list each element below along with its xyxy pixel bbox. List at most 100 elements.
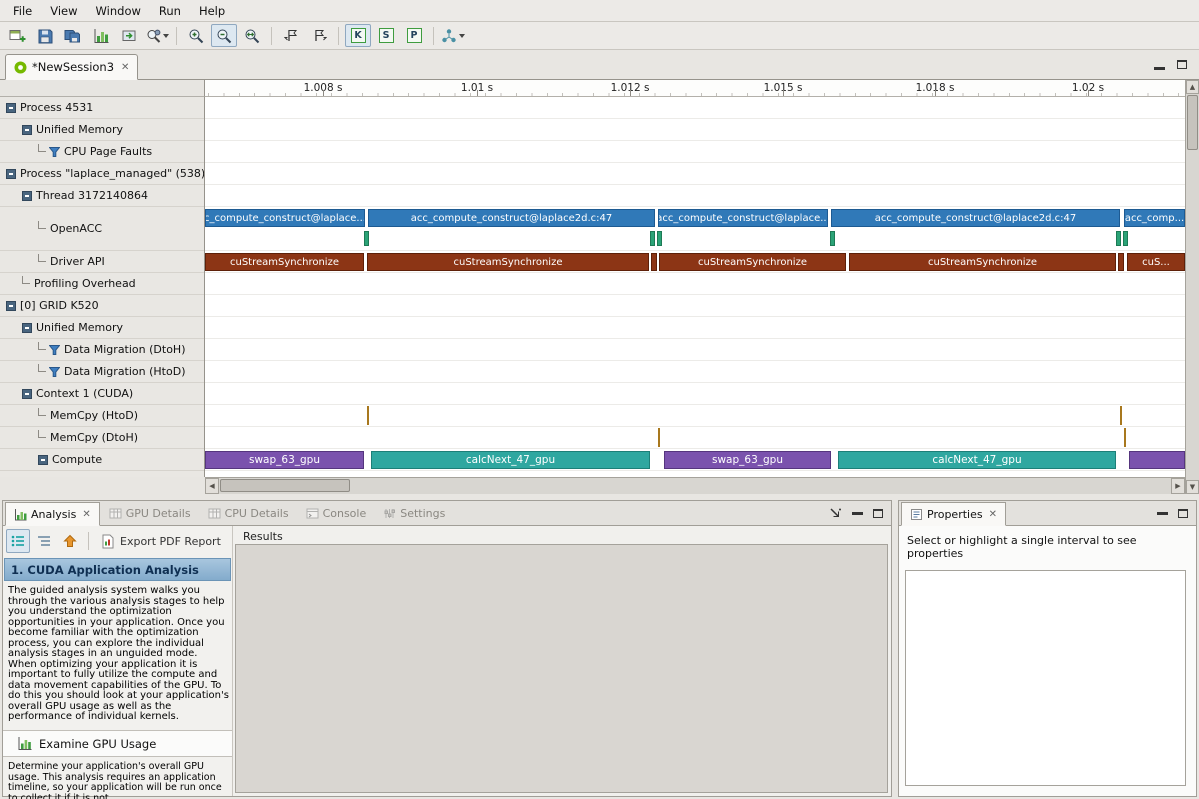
tree-row-grid-k520[interactable]: [0] GRID K520	[0, 295, 204, 317]
menu-help[interactable]: Help	[190, 1, 234, 21]
zoom-in-button[interactable]	[183, 24, 209, 47]
openacc-interval[interactable]: acc_compute_construct@laplace...	[658, 209, 828, 227]
minimize-icon[interactable]	[1157, 512, 1168, 515]
driver-api-interval[interactable]: cuS...	[1127, 253, 1185, 271]
driver-api-interval[interactable]: cuStreamSynchronize	[367, 253, 649, 271]
menu-view[interactable]: View	[41, 1, 86, 21]
guided-analysis-button[interactable]	[6, 529, 30, 553]
export-pdf-button[interactable]: Export PDF Report	[95, 531, 227, 552]
collapse-icon[interactable]	[38, 455, 48, 465]
scroll-right-arrow[interactable]	[1171, 478, 1185, 494]
collapse-icon[interactable]	[6, 301, 16, 311]
maximize-icon[interactable]	[873, 509, 883, 518]
driver-api-interval[interactable]: cuStreamSynchronize	[205, 253, 364, 271]
driver-api-interval[interactable]: cuStreamSynchronize	[659, 253, 846, 271]
compute-kernel-interval[interactable]	[1129, 451, 1185, 469]
tree-row-data-migration-dtoh[interactable]: Data Migration (DtoH)	[0, 339, 204, 361]
process-toggle-button[interactable]: P	[401, 24, 427, 47]
maximize-icon[interactable]	[1177, 60, 1187, 69]
tab-settings[interactable]: Settings	[375, 501, 453, 525]
maximize-icon[interactable]	[1178, 509, 1188, 518]
tree-row-driver-api[interactable]: Driver API	[0, 251, 204, 273]
memcpy-interval[interactable]	[658, 428, 660, 447]
next-marker-button[interactable]	[306, 24, 332, 47]
horizontal-scroll-thumb[interactable]	[220, 479, 350, 492]
memcpy-interval[interactable]	[1120, 406, 1122, 425]
openacc-marker[interactable]	[1116, 231, 1121, 246]
memcpy-interval[interactable]	[367, 406, 369, 425]
prev-marker-button[interactable]	[278, 24, 304, 47]
horizontal-scrollbar[interactable]	[205, 477, 1185, 494]
tree-row-context-1-cuda[interactable]: Context 1 (CUDA)	[0, 383, 204, 405]
scroll-up-arrow[interactable]	[1186, 80, 1199, 94]
zoom-fit-button[interactable]	[239, 24, 265, 47]
compute-kernel-interval[interactable]: calcNext_47_gpu	[838, 451, 1116, 469]
scroll-left-arrow[interactable]	[205, 478, 219, 494]
tree-row-data-migration-htod[interactable]: Data Migration (HtoD)	[0, 361, 204, 383]
tree-row-profiling-overhead[interactable]: Profiling Overhead	[0, 273, 204, 295]
timeline-chart-button[interactable]	[88, 24, 114, 47]
menu-file[interactable]: File	[4, 1, 41, 21]
openacc-marker[interactable]	[364, 231, 369, 246]
tab-analysis[interactable]: Analysis	[5, 502, 100, 526]
close-icon[interactable]	[82, 509, 90, 520]
openacc-marker[interactable]	[650, 231, 655, 246]
tree-row-process-laplace[interactable]: Process "laplace_managed" (538)	[0, 163, 204, 185]
tree-row-thread[interactable]: Thread 3172140864	[0, 185, 204, 207]
openacc-marker[interactable]	[830, 231, 835, 246]
driver-api-interval[interactable]	[1118, 253, 1124, 271]
driver-api-interval[interactable]	[651, 253, 657, 271]
export-button[interactable]	[116, 24, 142, 47]
scroll-down-arrow[interactable]	[1186, 480, 1199, 494]
tree-row-process-4531[interactable]: Process 4531	[0, 97, 204, 119]
collapse-icon[interactable]	[22, 191, 32, 201]
vertical-scroll-thumb[interactable]	[1187, 95, 1198, 150]
zoom-out-button[interactable]	[211, 24, 237, 47]
minimize-icon[interactable]	[852, 512, 863, 515]
menu-window[interactable]: Window	[87, 1, 150, 21]
close-icon[interactable]	[989, 509, 997, 520]
collapse-icon[interactable]	[22, 323, 32, 333]
tree-row-openacc[interactable]: OpenACC	[0, 207, 204, 251]
tab-gpu-details[interactable]: GPU Details	[101, 501, 199, 525]
save-button[interactable]	[32, 24, 58, 47]
save-all-button[interactable]	[60, 24, 86, 47]
filter-funnel-icon[interactable]	[49, 147, 60, 157]
tab-properties[interactable]: Properties	[901, 502, 1006, 526]
collapse-icon[interactable]	[22, 125, 32, 135]
collapse-icon[interactable]	[6, 103, 16, 113]
stream-toggle-button[interactable]: S	[373, 24, 399, 47]
openacc-marker[interactable]	[657, 231, 662, 246]
tab-console[interactable]: Console	[298, 501, 375, 525]
compute-kernel-interval[interactable]: swap_63_gpu	[205, 451, 364, 469]
openacc-interval[interactable]: acc_comp...	[1124, 209, 1185, 227]
examine-gpu-usage-button[interactable]: Examine GPU Usage	[3, 730, 232, 757]
menu-run[interactable]: Run	[150, 1, 190, 21]
tree-row-unified-memory-cpu[interactable]: Unified Memory	[0, 119, 204, 141]
tree-row-unified-memory-gpu[interactable]: Unified Memory	[0, 317, 204, 339]
openacc-marker[interactable]	[1123, 231, 1128, 246]
tree-row-compute[interactable]: Compute	[0, 449, 204, 471]
compute-kernel-interval[interactable]: swap_63_gpu	[664, 451, 831, 469]
tree-row-memcpy-dtoh[interactable]: MemCpy (DtoH)	[0, 427, 204, 449]
tab-cpu-details[interactable]: CPU Details	[200, 501, 297, 525]
unguided-analysis-button[interactable]	[32, 529, 56, 553]
openacc-interval[interactable]: acc_compute_construct@laplace2d.c:47	[831, 209, 1120, 227]
filter-funnel-icon[interactable]	[49, 345, 60, 355]
profile-settings-button[interactable]	[144, 24, 170, 47]
kernel-toggle-button[interactable]: K	[345, 24, 371, 47]
vertical-scrollbar[interactable]	[1185, 80, 1199, 494]
minimize-icon[interactable]	[1154, 67, 1165, 70]
analysis-scope-button[interactable]	[440, 24, 466, 47]
collapse-icon[interactable]	[6, 169, 16, 179]
compute-kernel-interval[interactable]: calcNext_47_gpu	[371, 451, 650, 469]
memcpy-interval[interactable]	[1124, 428, 1126, 447]
back-up-button[interactable]	[58, 529, 82, 553]
detach-view-icon[interactable]	[828, 507, 842, 519]
openacc-interval[interactable]: c_compute_construct@laplace...	[205, 209, 365, 227]
close-icon[interactable]	[121, 62, 129, 73]
tree-row-memcpy-htod[interactable]: MemCpy (HtoD)	[0, 405, 204, 427]
session-tab[interactable]: *NewSession3	[5, 54, 138, 80]
openacc-interval[interactable]: acc_compute_construct@laplace2d.c:47	[368, 209, 655, 227]
tree-row-cpu-page-faults[interactable]: CPU Page Faults	[0, 141, 204, 163]
